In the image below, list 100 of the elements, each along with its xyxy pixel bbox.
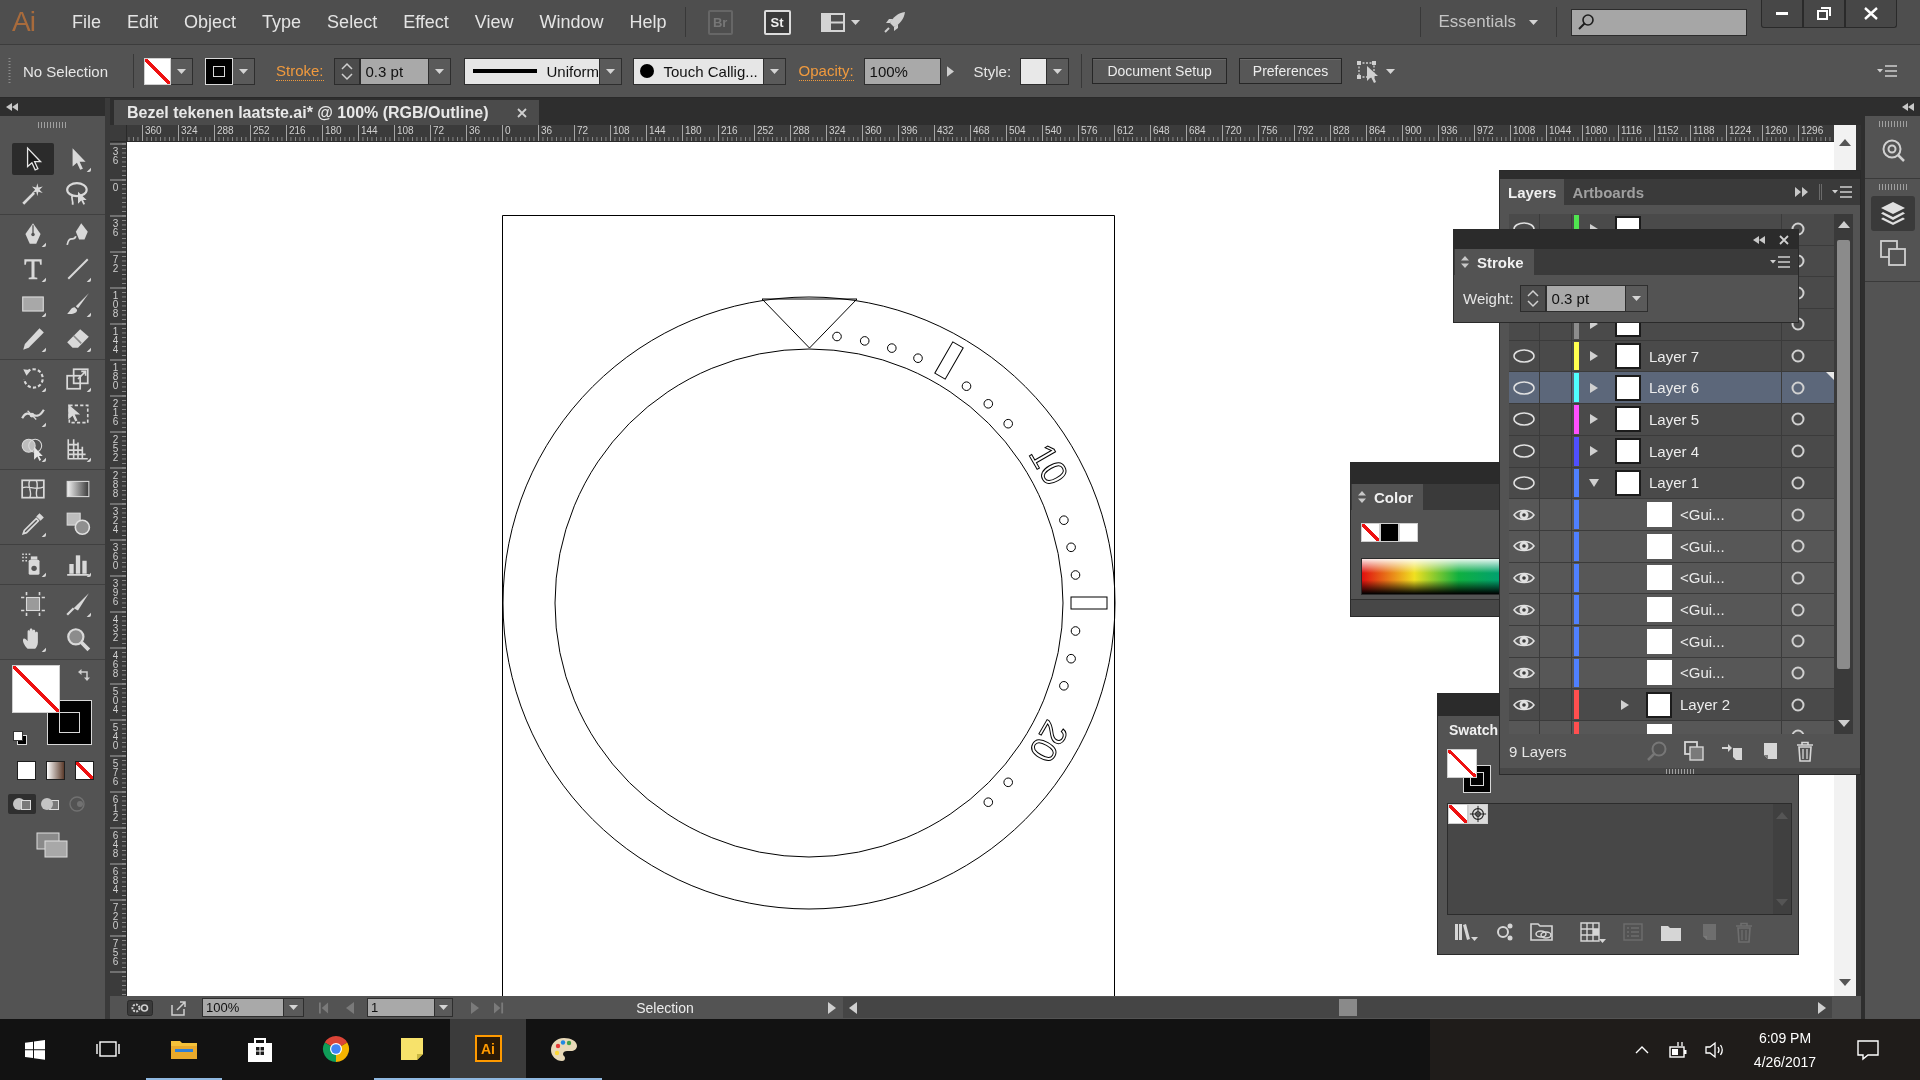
- overlapping-squares-icon[interactable]: [1684, 741, 1704, 761]
- magnifier-ring-icon[interactable]: [1880, 138, 1905, 162]
- default-colors-icon[interactable]: [13, 730, 27, 745]
- registration-swatch[interactable]: [1468, 804, 1488, 824]
- scroll-right-icon[interactable]: [1818, 1001, 1826, 1014]
- menu-icon[interactable]: [1832, 186, 1852, 198]
- notification-icon[interactable]: [1856, 1038, 1880, 1061]
- swap-arrow-icon[interactable]: [78, 666, 92, 681]
- eye-icon[interactable]: [1513, 475, 1535, 490]
- trash-icon[interactable]: [1795, 740, 1815, 762]
- layer-row[interactable]: Layer 7: [1509, 340, 1834, 373]
- square-circle-icon[interactable]: [64, 511, 91, 537]
- triangle-right-icon[interactable]: [828, 1001, 836, 1014]
- search-field[interactable]: [1571, 8, 1747, 36]
- linked-circles-icon[interactable]: [1495, 922, 1513, 942]
- gear-icon[interactable]: [127, 999, 153, 1016]
- eye-icon[interactable]: [1513, 570, 1535, 585]
- ring-icon[interactable]: [1791, 507, 1805, 522]
- ring-icon[interactable]: [1791, 349, 1805, 364]
- grip-icon[interactable]: [8, 58, 11, 84]
- fill-swatch[interactable]: [1447, 749, 1477, 778]
- eye-icon[interactable]: [1513, 349, 1535, 364]
- scroll-up-icon[interactable]: [1837, 221, 1850, 228]
- crop-marks-icon[interactable]: [19, 591, 46, 617]
- menu-item[interactable]: File: [59, 7, 114, 37]
- none-square-icon[interactable]: [75, 761, 94, 780]
- color-swatch[interactable]: [1380, 523, 1399, 542]
- dropdown-button[interactable]: [428, 57, 451, 85]
- eye-icon[interactable]: [1513, 507, 1535, 522]
- artboard-field[interactable]: 1: [367, 998, 435, 1017]
- status-menu[interactable]: Selection: [636, 999, 694, 1016]
- layer-row[interactable]: Layer 6: [1509, 372, 1834, 405]
- eyedropper-icon[interactable]: [19, 511, 46, 537]
- scroll-thumb[interactable]: [1339, 999, 1357, 1016]
- disclosure-triangle-icon[interactable]: [1620, 699, 1630, 710]
- dropdown-button[interactable]: [435, 998, 453, 1017]
- restore-button[interactable]: [1803, 0, 1845, 28]
- stroke-profile-menu[interactable]: Uniform: [463, 57, 600, 85]
- perspective-grid-icon[interactable]: [64, 436, 91, 462]
- panel-tab[interactable]: Artboards: [1564, 179, 1653, 205]
- books-icon[interactable]: [1454, 922, 1478, 942]
- layer-row[interactable]: <Gui...: [1509, 530, 1834, 563]
- menu-item[interactable]: Help: [616, 7, 680, 37]
- dropdown-button[interactable]: [284, 998, 304, 1017]
- box-arrow-icon[interactable]: [170, 999, 186, 1016]
- spinner-arrows-icon[interactable]: [333, 57, 360, 85]
- expand-icon[interactable]: [1795, 187, 1808, 197]
- scroll-thumb[interactable]: [1837, 240, 1850, 669]
- gradient-square-icon[interactable]: [46, 761, 65, 780]
- weight-field[interactable]: 0.3 pt: [1545, 285, 1626, 312]
- stacked-layers-icon[interactable]: [1870, 195, 1915, 231]
- horizontal-scrollbar[interactable]: [843, 997, 1832, 1018]
- eye-icon[interactable]: [1513, 412, 1535, 427]
- layer-row[interactable]: <Gui...: [1509, 657, 1834, 690]
- layer-row[interactable]: Layer 2: [1509, 689, 1834, 721]
- fill-swatch[interactable]: [144, 57, 171, 85]
- circles-pointer-icon[interactable]: [19, 436, 46, 462]
- layer-row[interactable]: <Gui...: [1509, 625, 1834, 658]
- ring-icon[interactable]: [1791, 317, 1805, 332]
- eye-icon[interactable]: [1513, 697, 1535, 712]
- panel-tab[interactable]: Layers: [1500, 179, 1565, 205]
- menu-item[interactable]: View: [461, 7, 527, 37]
- eye-icon[interactable]: [1513, 444, 1535, 459]
- spinner-arrows-icon[interactable]: [1519, 285, 1546, 312]
- none-swatch[interactable]: [1448, 804, 1468, 824]
- fill-swatch[interactable]: [12, 665, 60, 713]
- overlapping-squares-icon[interactable]: [1879, 240, 1906, 266]
- eye-icon[interactable]: [1513, 539, 1535, 554]
- eye-icon[interactable]: [1513, 380, 1535, 395]
- document-setup-button[interactable]: Document Setup: [1092, 58, 1228, 84]
- menu-item[interactable]: Effect: [390, 7, 462, 37]
- paintbrush-icon[interactable]: [64, 291, 91, 317]
- opacity-link[interactable]: Opacity:: [798, 61, 854, 81]
- lasso-icon[interactable]: [64, 181, 91, 207]
- ring-icon[interactable]: [1791, 475, 1805, 490]
- dropdown-button[interactable]: [599, 57, 622, 85]
- eye-icon[interactable]: [1513, 634, 1535, 649]
- scroll-up-icon[interactable]: [1839, 139, 1851, 146]
- stroke-swatch[interactable]: [47, 700, 92, 745]
- dropdown-button[interactable]: [1625, 285, 1648, 312]
- panel-tab[interactable]: Swatch: [1438, 716, 1499, 743]
- rocket-icon[interactable]: [883, 11, 905, 33]
- collapse-icon[interactable]: [6, 103, 18, 111]
- preferences-button[interactable]: Preferences: [1239, 58, 1343, 84]
- folder-link-icon[interactable]: [1530, 922, 1554, 942]
- draw-mode-icon[interactable]: [8, 794, 36, 814]
- brush-menu[interactable]: Touch Callig...: [632, 57, 764, 85]
- layer-row[interactable]: <Gui...: [1509, 562, 1834, 595]
- layer-row[interactable]: Layer 1: [1509, 467, 1834, 500]
- layout-menu-button[interactable]: [820, 12, 860, 32]
- stroke-swatch[interactable]: [205, 57, 233, 85]
- eye-icon[interactable]: [1513, 665, 1535, 680]
- color-swatch[interactable]: [1399, 523, 1418, 542]
- ring-icon[interactable]: [1791, 665, 1805, 680]
- skip-start-icon[interactable]: [319, 1001, 329, 1014]
- ring-icon[interactable]: [1791, 602, 1805, 617]
- pointer-icon[interactable]: [11, 143, 54, 175]
- grip-icon[interactable]: [1878, 121, 1907, 127]
- color-swatch[interactable]: [1361, 523, 1380, 542]
- scale-icon[interactable]: [64, 366, 91, 392]
